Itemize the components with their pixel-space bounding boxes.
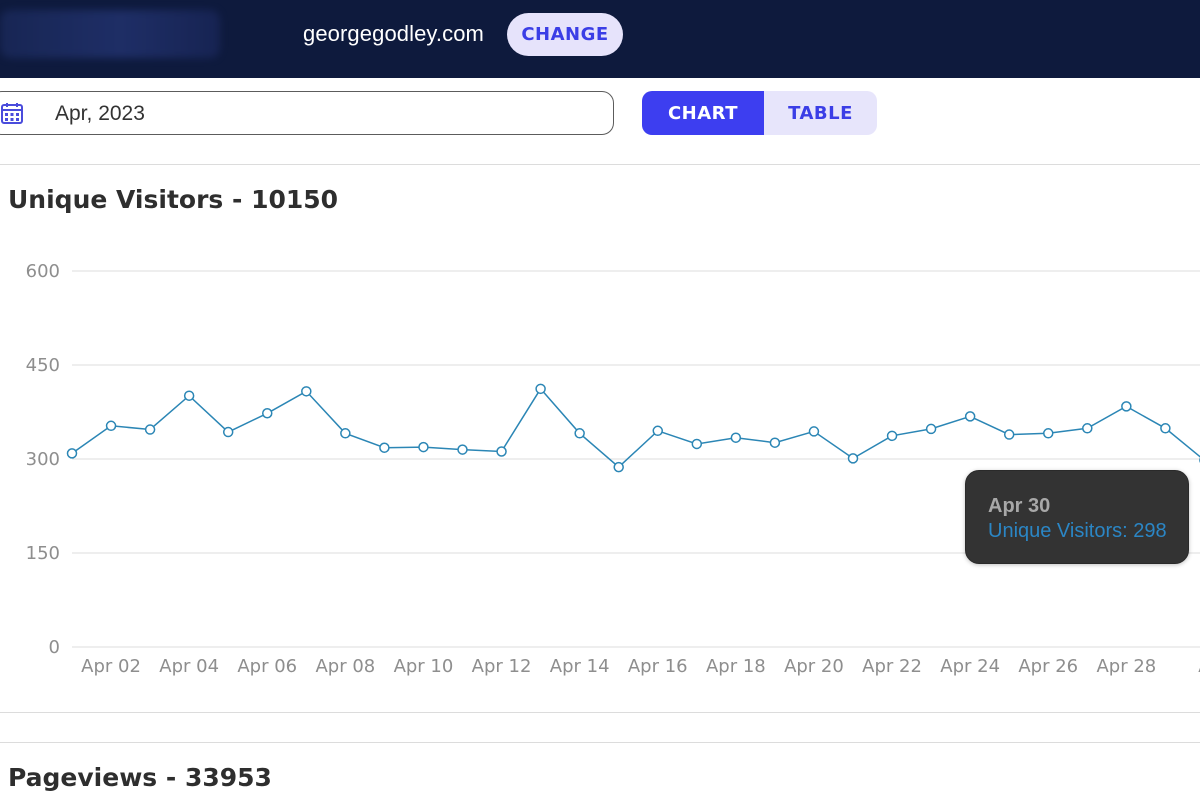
data-point xyxy=(1121,401,1132,412)
x-tick-label: Apr 04 xyxy=(159,656,219,677)
y-tick-label: 450 xyxy=(26,355,60,376)
data-point xyxy=(144,424,156,435)
data-point xyxy=(886,430,898,442)
data-point xyxy=(808,426,820,437)
section-divider xyxy=(0,742,1200,743)
x-tick-label: Apr 10 xyxy=(394,656,454,677)
data-point xyxy=(496,446,507,457)
data-point xyxy=(1160,423,1171,434)
data-point xyxy=(301,386,312,397)
x-tick-label: Apr 22 xyxy=(862,656,922,677)
brand-logo[interactable] xyxy=(0,10,220,58)
data-point xyxy=(66,448,78,459)
x-tick-label: Apr 28 xyxy=(1096,656,1156,677)
x-tick-label: Apr 14 xyxy=(550,656,610,677)
data-point xyxy=(418,441,429,453)
data-point xyxy=(691,438,703,450)
tooltip-date: Apr 30 xyxy=(988,495,1051,517)
data-point xyxy=(574,428,585,439)
data-point xyxy=(730,432,742,443)
date-value: Apr, 2023 xyxy=(55,102,145,125)
x-tick-label: Apr 24 xyxy=(940,656,1000,677)
x-tick-label: Apr 16 xyxy=(628,656,688,677)
x-tick-label: Apr 08 xyxy=(315,656,375,677)
data-point xyxy=(613,461,624,473)
data-point xyxy=(340,428,351,439)
x-tick-label: Apr 26 xyxy=(1018,656,1078,677)
chart-view-button[interactable]: CHART xyxy=(642,91,764,135)
data-point xyxy=(262,408,273,419)
data-point xyxy=(105,420,117,432)
data-point xyxy=(535,383,546,395)
chart-bottom-divider xyxy=(0,712,1200,713)
data-point xyxy=(222,426,234,438)
data-point xyxy=(652,425,663,437)
data-point xyxy=(1043,428,1054,439)
unique-visitors-title: Unique Visitors - 10150 xyxy=(8,185,339,214)
section-divider xyxy=(0,164,1200,165)
data-point xyxy=(1082,423,1093,434)
data-point xyxy=(1003,429,1015,440)
tooltip-value: Unique Visitors: 298 xyxy=(988,520,1167,542)
data-point xyxy=(847,453,859,464)
pageviews-title: Pageviews - 33953 xyxy=(8,763,272,792)
y-tick-label: 0 xyxy=(49,637,60,658)
data-point xyxy=(457,444,468,455)
series-line xyxy=(71,387,1200,469)
y-tick-label: 600 xyxy=(26,261,60,282)
chart-tooltip: Apr 30 Unique Visitors: 298 xyxy=(965,470,1189,564)
data-point xyxy=(769,437,781,448)
calendar-icon xyxy=(1,103,23,124)
top-header-bar: georgegodley.com CHANGE xyxy=(0,0,1200,78)
y-tick-label: 150 xyxy=(26,543,60,564)
cropped-field-labels xyxy=(0,78,1200,84)
data-point xyxy=(925,423,937,435)
y-tick-label: 300 xyxy=(26,449,60,470)
view-toggle: CHART TABLE xyxy=(642,91,877,135)
x-tick-label: Apr 06 xyxy=(237,656,297,677)
x-tick-label: Apr 02 xyxy=(81,656,141,677)
data-point xyxy=(183,390,195,401)
table-view-button[interactable]: TABLE xyxy=(764,91,877,135)
x-tick-label: Apr 12 xyxy=(472,656,532,677)
data-point xyxy=(964,411,976,422)
change-site-button[interactable]: CHANGE xyxy=(507,13,623,56)
x-tick-label: Apr 20 xyxy=(784,656,844,677)
data-point xyxy=(379,442,390,453)
date-picker-field[interactable]: Apr, 2023 xyxy=(0,91,614,135)
x-tick-label: Apr 18 xyxy=(706,656,766,677)
site-domain: georgegodley.com xyxy=(303,21,484,46)
